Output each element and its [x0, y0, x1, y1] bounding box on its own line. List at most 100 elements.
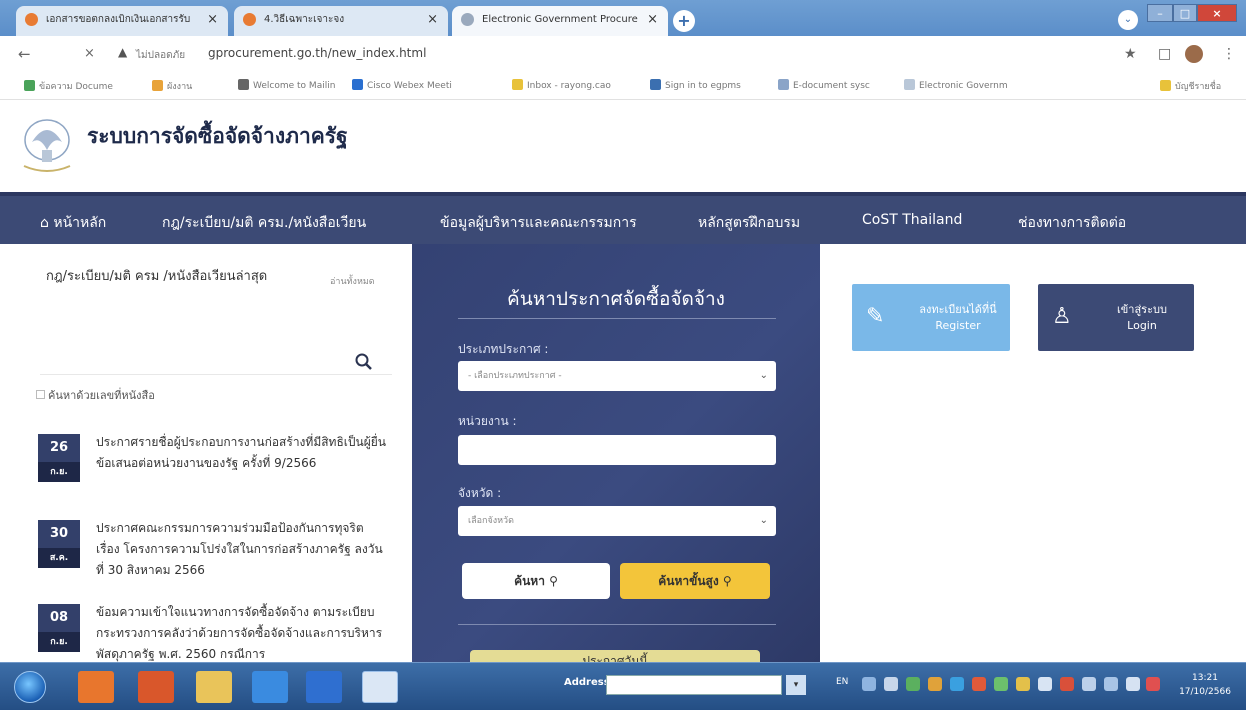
media-player-icon[interactable]	[78, 671, 114, 703]
tray-icon[interactable]	[1082, 677, 1096, 691]
back-icon[interactable]: ←	[18, 45, 31, 63]
tray-icon[interactable]	[972, 677, 986, 691]
login-button[interactable]: ♙ เข้าสู่ระบบ Login	[1038, 284, 1194, 351]
bookmark-item[interactable]: Cisco Webex Meeti	[352, 79, 452, 91]
advanced-search-button[interactable]: ค้นหาขั้นสูง ⚲	[620, 563, 770, 599]
browser-tab[interactable]: 4.วิธีเฉพาะเจาะจง ×	[234, 6, 448, 36]
tab-title: 4.วิธีเฉพาะเจาะจง	[264, 14, 345, 25]
tray-icon[interactable]	[1016, 677, 1030, 691]
close-window-icon[interactable]: ×	[1197, 4, 1237, 22]
search-by-doc-no[interactable]: ค้นหาด้วยเลขที่หนังสือ	[36, 386, 155, 404]
nav-cost-thailand[interactable]: CoST Thailand	[862, 212, 962, 228]
date-month: ส.ค.	[38, 548, 80, 568]
profile-avatar[interactable]	[1185, 45, 1203, 63]
bookmark-item[interactable]: Welcome to Mailin	[238, 79, 335, 91]
bookmark-item[interactable]: E-document sysc	[778, 79, 870, 91]
bookmark-icon	[352, 79, 363, 90]
internet-explorer-icon[interactable]	[252, 671, 288, 703]
new-tab-button[interactable]: +	[673, 10, 695, 32]
language-indicator[interactable]: EN	[836, 677, 848, 687]
province-label: จังหวัด :	[458, 486, 502, 500]
search-button[interactable]: ค้นหา ⚲	[462, 563, 610, 599]
news-text[interactable]: ประกาศคณะกรรมการความร่วมมือป้องกันการทุจ…	[96, 518, 388, 581]
date-month: ก.ย.	[38, 462, 80, 482]
province-select[interactable]: เลือกจังหวัด ⌄	[458, 506, 776, 536]
chevron-down-icon: ⌄	[759, 370, 768, 381]
checkbox-icon[interactable]	[36, 390, 45, 399]
windows-taskbar: Address ▾ EN 13:21 17/10/2566	[0, 662, 1246, 710]
site-favicon-icon	[243, 13, 256, 26]
register-button[interactable]: ✎ ลงทะเบียนได้ที่นี่ Register	[852, 284, 1010, 351]
bookmark-item[interactable]: Sign in to egpms	[650, 79, 741, 91]
tray-icon[interactable]	[928, 677, 942, 691]
tray-icon[interactable]	[906, 677, 920, 691]
tab-close-icon[interactable]: ×	[427, 6, 438, 34]
browser-tab[interactable]: เอกสารขอตกลงเบิกเงินเอกสารรับ ×	[16, 6, 228, 36]
network-icon[interactable]	[1104, 677, 1118, 691]
nav-regulations[interactable]: กฎ/ระเบียบ/มติ ครม./หนังสือเวียน	[162, 212, 366, 234]
side-panel-icon[interactable]: □	[1158, 46, 1171, 62]
agency-input[interactable]	[458, 435, 776, 465]
news-text[interactable]: ข้อมความเข้าใจแนวทางการจัดซื้อจัดจ้าง ตา…	[96, 602, 388, 665]
regulations-panel: กฎ/ระเบียบ/มติ ครม /หนังสือเวียนล่าสุด อ…	[0, 248, 408, 662]
file-explorer-icon[interactable]	[196, 671, 232, 703]
nav-executives[interactable]: ข้อมูลผู้บริหารและคณะกรรมการ	[440, 212, 637, 234]
bookmark-icon	[904, 79, 915, 90]
tab-search-icon[interactable]: ⌄	[1118, 10, 1138, 30]
date-badge: 26 ก.ย.	[38, 434, 80, 482]
bookmark-icon	[650, 79, 661, 90]
chrome-icon[interactable]	[362, 671, 398, 703]
bookmark-item[interactable]: บัญชีรายชื่อ	[1160, 79, 1221, 93]
bookmark-item[interactable]: ข้อความ Docume	[24, 79, 113, 93]
url-input[interactable]: gprocurement.go.th/new_index.html	[208, 46, 426, 60]
word-icon[interactable]	[306, 671, 342, 703]
news-text[interactable]: ประกาศรายชื่อผู้ประกอบการงานก่อสร้างที่ม…	[96, 432, 388, 474]
taskbar-address-dropdown[interactable]: ▾	[786, 675, 806, 695]
taskbar-address-input[interactable]	[606, 675, 782, 695]
search-panel-title: ค้นหาประกาศจัดซื้อจัดจ้าง	[507, 288, 725, 310]
nav-training[interactable]: หลักสูตรฝึกอบรม	[698, 212, 800, 234]
not-secure-label: ไม่ปลอดภัย	[136, 50, 186, 61]
bookmark-item[interactable]: ผังงาน	[152, 79, 192, 93]
menu-dots-icon[interactable]: ⋮	[1222, 46, 1236, 62]
browser-tab-active[interactable]: Electronic Government Procure ×	[452, 6, 668, 36]
maximize-icon[interactable]: □	[1173, 4, 1197, 22]
home-icon: ⌂	[40, 215, 49, 231]
announce-type-select[interactable]: - เลือกประเภทประกาศ - ⌄	[458, 361, 776, 391]
garuda-logo-icon	[23, 119, 71, 172]
tab-close-icon[interactable]: ×	[647, 6, 658, 34]
today-announcements-button[interactable]: ประกาศวันนี้	[470, 650, 760, 662]
tray-icon[interactable]	[994, 677, 1008, 691]
minimize-icon[interactable]: –	[1147, 4, 1173, 22]
nav-home[interactable]: ⌂ หน้าหลัก	[40, 212, 106, 234]
office-icon[interactable]	[138, 671, 174, 703]
tray-icon[interactable]	[862, 677, 876, 691]
read-all-link[interactable]: อ่านทั้งหมด	[330, 274, 375, 288]
nav-contact[interactable]: ช่องทางการติดต่อ	[1018, 212, 1126, 234]
chevron-down-icon: ⌄	[759, 515, 768, 526]
bookmark-item[interactable]: Electronic Governm	[904, 79, 1008, 91]
stop-icon[interactable]: ×	[84, 46, 95, 61]
announce-type-label: ประเภทประกาศ :	[458, 342, 549, 356]
agency-label: หน่วยงาน :	[458, 414, 517, 428]
search-icon[interactable]	[354, 352, 374, 372]
volume-icon[interactable]	[1126, 677, 1140, 691]
procurement-search-panel: ค้นหาประกาศจัดซื้อจัดจ้าง ประเภทประกาศ :…	[412, 244, 820, 662]
search-underline	[40, 374, 392, 375]
date-month: ก.ย.	[38, 632, 80, 652]
tray-icon[interactable]	[950, 677, 964, 691]
notification-icon[interactable]	[1146, 677, 1160, 691]
bookmark-item[interactable]: Inbox - rayong.cao	[512, 79, 611, 91]
divider	[458, 318, 776, 319]
tab-close-icon[interactable]: ×	[207, 6, 218, 34]
bookmark-star-icon[interactable]: ★	[1124, 46, 1137, 62]
section-title: กฎ/ระเบียบ/มติ ครม /หนังสือเวียนล่าสุด	[46, 269, 268, 284]
tray-icon[interactable]	[1060, 677, 1074, 691]
system-clock[interactable]: 13:21 17/10/2566	[1168, 671, 1242, 699]
start-button[interactable]	[14, 671, 46, 703]
bookmark-icon	[152, 80, 163, 91]
tray-icon[interactable]	[884, 677, 898, 691]
site-favicon-icon	[25, 13, 38, 26]
main-nav: ⌂ หน้าหลัก กฎ/ระเบียบ/มติ ครม./หนังสือเว…	[0, 192, 1246, 244]
tray-icon[interactable]	[1038, 677, 1052, 691]
